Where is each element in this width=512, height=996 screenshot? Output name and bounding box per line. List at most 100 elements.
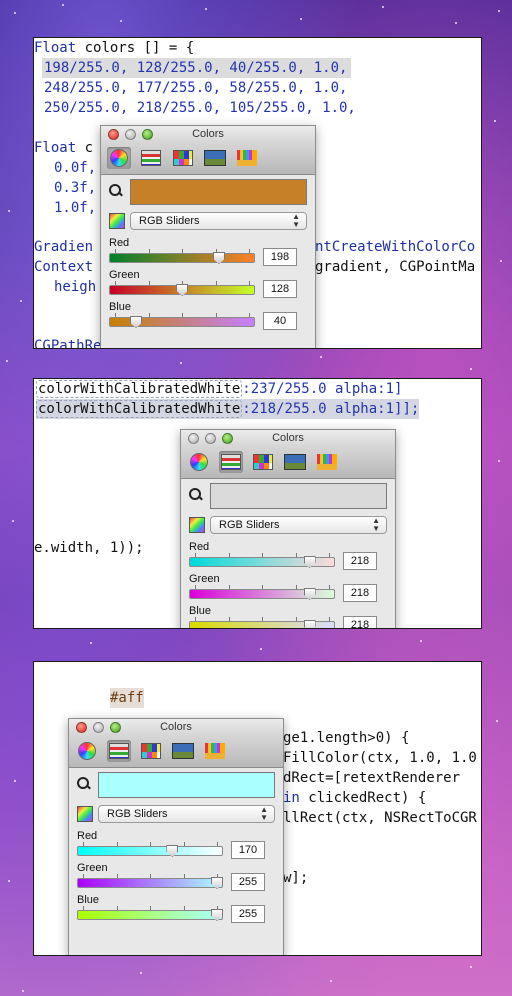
slider-tick xyxy=(115,281,116,285)
slider-tick xyxy=(295,553,297,557)
editor-panel-1: Float colors [] = { 198/255.0, 128/255.0… xyxy=(33,37,482,349)
slider-value-red[interactable]: 198 xyxy=(263,248,297,266)
magnifier-icon[interactable] xyxy=(109,184,123,198)
crayons-icon xyxy=(237,150,257,166)
crayons-tab[interactable] xyxy=(315,451,339,473)
image-palettes-tab[interactable] xyxy=(171,740,195,762)
picker-toolbar xyxy=(181,447,395,479)
magnifier-icon[interactable] xyxy=(189,488,203,502)
window-titlebar[interactable]: Colors xyxy=(69,719,283,736)
code-line: Context xyxy=(34,259,94,275)
color-wheel-tab[interactable] xyxy=(187,451,211,473)
close-button[interactable] xyxy=(108,129,119,140)
code-line: gradient, CGPointMa xyxy=(315,259,476,275)
zoom-button[interactable] xyxy=(142,129,153,140)
color-swatch[interactable] xyxy=(210,483,387,509)
updown-arrow-icon: ▲ ▼ xyxy=(292,212,300,229)
sliders-icon xyxy=(221,454,241,470)
mode-dropdown-label: RGB Sliders xyxy=(107,808,168,820)
color-palettes-tab[interactable] xyxy=(171,147,195,169)
slider-label-blue: Blue xyxy=(77,894,100,906)
slider-tick xyxy=(249,281,250,285)
color-palettes-tab[interactable] xyxy=(251,451,275,473)
updown-arrow-icon: ▲ ▼ xyxy=(372,516,380,533)
close-button[interactable] xyxy=(188,433,199,444)
code-line: 0.3f, xyxy=(54,180,97,196)
window-titlebar[interactable]: Colors xyxy=(101,126,315,143)
code-line-selected: 198/255.0, 128/255.0, 40/255.0, 1.0, xyxy=(42,58,352,78)
color-wheel-tab[interactable] xyxy=(107,147,131,169)
slider-tick xyxy=(228,617,230,621)
mode-dropdown[interactable]: RGB Sliders ▲ ▼ xyxy=(130,212,307,230)
color-sliders-tab[interactable] xyxy=(139,147,163,169)
slider-track-blue[interactable] xyxy=(77,910,223,920)
slider-tick xyxy=(329,617,330,621)
window-titlebar[interactable]: Colors xyxy=(181,430,395,447)
slider-value-red[interactable]: 218 xyxy=(343,552,377,570)
colors-window: Colors RGB Sliders ▲ ▼ Red 218 Green 218 Blue 2… xyxy=(180,429,396,628)
slider-track-red[interactable] xyxy=(77,846,223,856)
slider-tick xyxy=(295,617,297,621)
image-palettes-tab[interactable] xyxy=(203,147,227,169)
code-line: ntCreateWithColorCo xyxy=(315,239,476,255)
slider-tick xyxy=(195,585,196,589)
slider-value-green[interactable]: 255 xyxy=(231,873,265,891)
mode-dropdown[interactable]: RGB Sliders ▲ ▼ xyxy=(210,516,387,534)
code-line: CGPathRe xyxy=(34,338,102,349)
magnifier-icon[interactable] xyxy=(77,777,91,791)
slider-tick xyxy=(215,313,217,317)
colors-window: Colors RGB Sliders ▲ ▼ Red 170 Green 255 Blue 2… xyxy=(68,718,284,955)
palette-icon xyxy=(173,150,193,166)
minimize-button[interactable] xyxy=(205,433,216,444)
updown-arrow-icon: ▲ ▼ xyxy=(260,805,268,822)
window-title: Colors xyxy=(272,432,304,444)
color-swatch[interactable] xyxy=(130,179,307,205)
slider-tick xyxy=(150,842,151,846)
crayons-tab[interactable] xyxy=(203,740,227,762)
crayons-tab[interactable] xyxy=(235,147,259,169)
slider-value-green[interactable]: 218 xyxy=(343,584,377,602)
slider-tick xyxy=(116,906,118,910)
slider-tick xyxy=(183,874,185,878)
slider-tick xyxy=(329,585,330,589)
minimize-button[interactable] xyxy=(93,722,104,733)
zoom-button[interactable] xyxy=(222,433,233,444)
code-line: 0.0f, xyxy=(54,160,97,176)
palette-icon xyxy=(253,454,273,470)
editor-panel-3: #aff ge1.length>0) { FillColor(ctx, 1.0,… xyxy=(33,661,482,956)
mode-dropdown-label: RGB Sliders xyxy=(219,519,280,531)
slider-tick xyxy=(249,249,250,253)
image-palettes-tab[interactable] xyxy=(283,451,307,473)
minimize-button[interactable] xyxy=(125,129,136,140)
slider-value-blue[interactable]: 40 xyxy=(263,312,297,330)
mode-icon xyxy=(77,806,93,822)
slider-value-red[interactable]: 170 xyxy=(231,841,265,859)
slider-label-red: Red xyxy=(189,541,210,553)
slider-tick xyxy=(115,313,116,317)
crayons-icon xyxy=(205,743,225,759)
slider-tick xyxy=(329,553,330,557)
sliders-icon xyxy=(141,150,161,166)
code-line: w]; xyxy=(283,870,309,886)
color-sliders-tab[interactable] xyxy=(219,451,243,473)
code-line: 248/255.0, 177/255.0, 58/255.0, 1.0, xyxy=(44,80,348,96)
slider-tick xyxy=(116,842,118,846)
slider-track-green[interactable] xyxy=(77,878,223,888)
color-sliders-tab[interactable] xyxy=(107,740,131,762)
slider-value-blue[interactable]: 255 xyxy=(231,905,265,923)
slider-value-green[interactable]: 128 xyxy=(263,280,297,298)
mode-dropdown[interactable]: RGB Sliders ▲ ▼ xyxy=(98,805,275,823)
zoom-button[interactable] xyxy=(110,722,121,733)
color-swatch[interactable] xyxy=(98,772,275,798)
color-palettes-tab[interactable] xyxy=(139,740,163,762)
picker-toolbar xyxy=(69,736,283,768)
close-button[interactable] xyxy=(76,722,87,733)
color-literal-token: #aff xyxy=(110,688,144,708)
color-wheel-icon xyxy=(110,149,128,167)
slider-thumb-blue[interactable] xyxy=(303,620,316,628)
code-line: Gradien xyxy=(34,239,94,255)
slider-value-blue[interactable]: 218 xyxy=(343,616,377,628)
color-wheel-tab[interactable] xyxy=(75,740,99,762)
slider-track-red[interactable] xyxy=(109,253,255,263)
color-wheel-icon xyxy=(78,742,96,760)
